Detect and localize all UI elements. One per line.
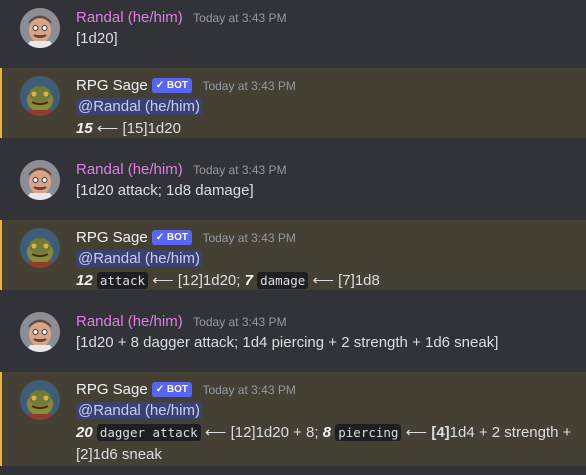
roll-total: 7	[244, 272, 253, 289]
roll-total: 20	[76, 424, 93, 441]
arrow: ⟵	[204, 424, 227, 441]
roll-total: 8	[322, 424, 332, 441]
avatar-randal[interactable]	[20, 312, 60, 352]
author-name[interactable]: Randal (he/him)	[76, 313, 183, 330]
roll-total: 15	[76, 120, 93, 137]
message-text: [1d20 attack; 1d8 damage]	[76, 182, 254, 199]
message-text: [1d20 + 8 dagger attack; 1d4 piercing + …	[76, 334, 499, 351]
author-name[interactable]: Randal (he/him)	[76, 9, 183, 26]
message-text: [1d20]	[76, 30, 118, 47]
avatar-randal[interactable]	[20, 8, 60, 48]
avatar-rpg-sage[interactable]	[20, 76, 60, 116]
author-name[interactable]: Randal (he/him)	[76, 161, 183, 178]
roll-result: 1d4 + 2 strength +	[449, 424, 572, 441]
arrow: ⟵	[405, 424, 428, 441]
roll-label: damage	[257, 272, 309, 289]
arrow: ⟵	[312, 272, 334, 289]
bot-badge: ✓ BOT	[151, 78, 192, 93]
arrow: ⟵	[96, 120, 119, 137]
timestamp: Today at 3:43 PM	[193, 11, 287, 25]
avatar-randal[interactable]	[20, 160, 60, 200]
message-1: Randal (he/him) Today at 3:43 PM [1d20]	[0, 0, 586, 60]
timestamp: Today at 3:43 PM	[202, 231, 296, 245]
roll-result: [12]1d20;	[177, 272, 241, 289]
roll-total: 12	[76, 272, 93, 289]
timestamp: Today at 3:43 PM	[202, 79, 296, 93]
author-name[interactable]: RPG Sage	[76, 229, 148, 246]
timestamp: Today at 3:43 PM	[202, 383, 296, 397]
roll-result: [12]1d20 + 8;	[230, 424, 319, 441]
user-mention[interactable]: @Randal (he/him)	[76, 402, 202, 419]
author-name[interactable]: RPG Sage	[76, 77, 148, 94]
bot-badge: ✓ BOT	[151, 230, 192, 245]
message-5: Randal (he/him) Today at 3:43 PM [1d20 +…	[0, 304, 586, 364]
message-6: RPG Sage ✓ BOT Today at 3:43 PM @Randal (…	[0, 372, 586, 466]
roll-result-bold: [4]	[431, 424, 450, 441]
roll-result-continued: [2]1d6 sneak	[76, 446, 162, 463]
timestamp: Today at 3:43 PM	[193, 315, 287, 329]
user-mention[interactable]: @Randal (he/him)	[76, 98, 202, 115]
arrow: ⟵	[152, 272, 174, 289]
roll-label: attack	[96, 272, 149, 289]
roll-label: dagger attack	[96, 424, 201, 441]
avatar-rpg-sage[interactable]	[20, 380, 60, 420]
bot-badge: ✓ BOT	[151, 382, 192, 397]
author-name[interactable]: RPG Sage	[76, 381, 148, 398]
message-2: RPG Sage ✓ BOT Today at 3:43 PM @Randal (…	[0, 68, 586, 138]
timestamp: Today at 3:43 PM	[193, 163, 287, 177]
message-3: Randal (he/him) Today at 3:43 PM [1d20 a…	[0, 152, 586, 212]
roll-label: piercing	[335, 424, 402, 441]
user-mention[interactable]: @Randal (he/him)	[76, 250, 202, 267]
avatar-rpg-sage[interactable]	[20, 228, 60, 268]
message-4: RPG Sage ✓ BOT Today at 3:43 PM @Randal (…	[0, 220, 586, 290]
roll-result: [7]1d8	[338, 272, 380, 289]
roll-result: [15]1d20	[122, 120, 181, 137]
